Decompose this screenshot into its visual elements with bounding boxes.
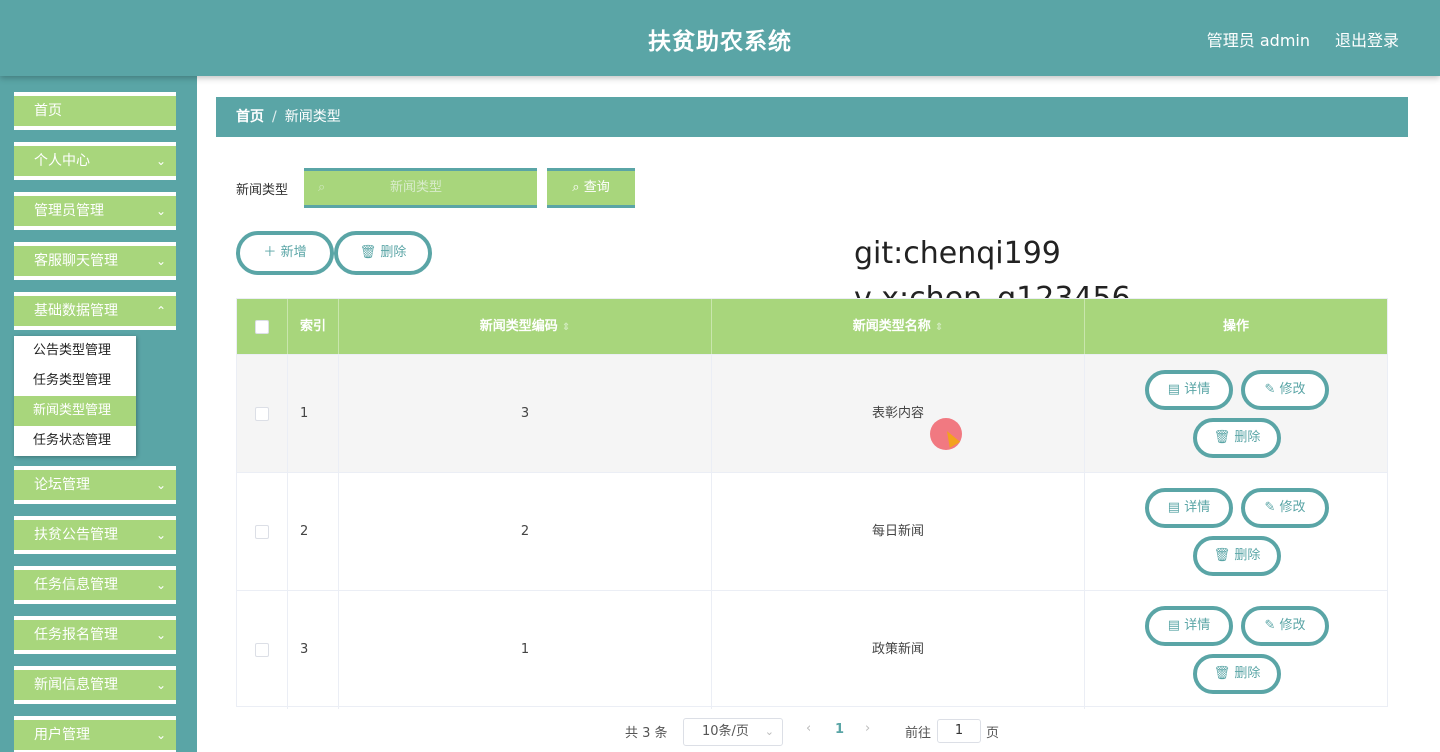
sidebar-item-admin-management[interactable]: 管理员管理 ⌄	[14, 192, 176, 230]
trash-icon: 🗑	[359, 245, 377, 260]
document-icon: ▤	[1167, 382, 1181, 397]
submenu-item-task-type[interactable]: 任务类型管理	[14, 366, 136, 396]
document-icon: ▤	[1167, 500, 1181, 515]
query-button[interactable]: ⌕ 查询	[547, 168, 635, 208]
page-size-select[interactable]: 10条/页 ⌄	[683, 718, 783, 746]
row-name: 政策新闻	[712, 591, 1085, 709]
row-code: 1	[339, 591, 712, 709]
select-all-checkbox[interactable]	[255, 319, 269, 334]
submenu-item-task-status[interactable]: 任务状态管理	[14, 426, 136, 456]
sort-icon[interactable]: ⇕	[935, 322, 943, 333]
row-name: 每日新闻	[712, 473, 1085, 591]
sidebar-item-task-info[interactable]: 任务信息管理 ⌄	[14, 566, 176, 604]
goto-page-input[interactable]: 1	[937, 719, 981, 743]
submenu-item-news-type[interactable]: 新闻类型管理	[14, 396, 136, 426]
sidebar-item-task-signup[interactable]: 任务报名管理 ⌄	[14, 616, 176, 654]
detail-button[interactable]: ▤ 详情	[1145, 488, 1233, 528]
logout-link[interactable]: 退出登录	[1335, 27, 1399, 51]
chevron-down-icon: ⌄	[155, 478, 166, 492]
chevron-down-icon: ⌄	[155, 204, 166, 218]
row-index: 1	[288, 355, 339, 473]
row-index: 3	[288, 591, 339, 709]
search-icon: ⌕	[318, 180, 326, 195]
top-header: 扶贫助农系统 管理员 admin 退出登录	[0, 0, 1440, 76]
header-code[interactable]: 新闻类型编码 ⇕	[339, 299, 712, 354]
select-all-cell	[237, 299, 288, 354]
row-index: 2	[288, 473, 339, 591]
sidebar-item-home[interactable]: 首页	[14, 92, 176, 130]
header-name[interactable]: 新闻类型名称 ⇕	[712, 299, 1085, 354]
edit-icon: ✎	[1264, 382, 1276, 397]
plus-icon: ＋	[263, 245, 277, 260]
goto-label: 前往	[905, 726, 932, 741]
trash-icon: 🗑	[1213, 548, 1231, 563]
edit-icon: ✎	[1264, 500, 1276, 515]
chevron-up-icon: ⌃	[155, 304, 166, 318]
table-header: 索引 新闻类型编码 ⇕ 新闻类型名称 ⇕ 操作	[237, 299, 1387, 354]
edit-button[interactable]: ✎ 修改	[1241, 606, 1329, 646]
chevron-down-icon: ⌄	[155, 678, 166, 692]
row-code: 2	[339, 473, 712, 591]
row-checkbox[interactable]	[255, 642, 269, 657]
next-page-button[interactable]: ›	[865, 721, 870, 736]
sidebar-item-forum[interactable]: 论坛管理 ⌄	[14, 466, 176, 504]
edit-button[interactable]: ✎ 修改	[1241, 370, 1329, 410]
edit-icon: ✎	[1264, 618, 1276, 633]
trash-icon: 🗑	[1213, 430, 1231, 445]
sort-icon[interactable]: ⇕	[562, 322, 570, 333]
header-index: 索引	[288, 299, 339, 354]
sidebar: 首页 个人中心 ⌄ 管理员管理 ⌄ 客服聊天管理 ⌄ 基础数据管理 ⌃ 公告类型管理 任…	[0, 76, 197, 752]
row-name: 表彰内容	[712, 355, 1085, 473]
chevron-down-icon: ⌄	[155, 528, 166, 542]
search-label: 新闻类型	[236, 183, 289, 198]
chevron-down-icon: ⌄	[155, 254, 166, 268]
breadcrumb: 首页 / 新闻类型	[216, 97, 1408, 137]
submenu-item-notice-type[interactable]: 公告类型管理	[14, 336, 136, 366]
delete-button[interactable]: 🗑 删除	[1193, 418, 1281, 458]
sidebar-item-base-data[interactable]: 基础数据管理 ⌃	[14, 292, 176, 330]
breadcrumb-home[interactable]: 首页	[236, 109, 264, 125]
chevron-down-icon: ⌄	[764, 725, 774, 738]
detail-button[interactable]: ▤ 详情	[1145, 370, 1233, 410]
breadcrumb-current: 新闻类型	[284, 109, 341, 125]
search-placeholder: 新闻类型	[390, 180, 443, 195]
delete-button[interactable]: 🗑 删除	[1193, 654, 1281, 694]
row-code: 3	[339, 355, 712, 473]
prev-page-button[interactable]: ‹	[806, 721, 811, 736]
chevron-down-icon: ⌄	[155, 578, 166, 592]
document-icon: ▤	[1167, 618, 1181, 633]
row-checkbox[interactable]	[255, 406, 269, 421]
sidebar-item-chat-management[interactable]: 客服聊天管理 ⌄	[14, 242, 176, 280]
chevron-down-icon: ⌄	[155, 728, 166, 742]
sidebar-item-personal-center[interactable]: 个人中心 ⌄	[14, 142, 176, 180]
chevron-down-icon: ⌄	[155, 154, 166, 168]
table-row: 3 1 政策新闻 ▤ 详情 ✎ 修改 🗑 删除	[237, 590, 1387, 709]
header-actions: 操作	[1222, 319, 1249, 334]
table-row: 2 2 每日新闻 ▤ 详情 ✎ 修改 🗑 删除	[237, 472, 1387, 591]
row-checkbox[interactable]	[255, 524, 269, 539]
delete-button[interactable]: 🗑 删除	[1193, 536, 1281, 576]
trash-icon: 🗑	[1213, 666, 1231, 681]
current-user: 管理员 admin	[1206, 31, 1310, 50]
breadcrumb-separator: /	[272, 109, 277, 125]
table-row: 1 3 表彰内容 ▤ 详情 ✎ 修改 🗑 删除	[237, 354, 1387, 473]
sidebar-item-news-info[interactable]: 新闻信息管理 ⌄	[14, 666, 176, 704]
bulk-delete-button[interactable]: 🗑 删除	[334, 231, 432, 275]
base-data-submenu: 公告类型管理 任务类型管理 新闻类型管理 任务状态管理	[14, 336, 136, 456]
watermark-line1: git:chenqi199	[854, 236, 1061, 271]
page-unit-label: 页	[986, 726, 1000, 741]
news-type-table: 索引 新闻类型编码 ⇕ 新闻类型名称 ⇕ 操作 1 3 表彰内容 ▤ 详情 ✎ 修改…	[236, 298, 1388, 709]
sidebar-item-user-management[interactable]: 用户管理 ⌄	[14, 716, 176, 752]
add-button[interactable]: ＋ 新增	[236, 231, 334, 275]
search-input[interactable]: ⌕ 新闻类型	[304, 168, 537, 208]
pagination-total: 共 3 条	[625, 726, 668, 741]
page-number-current[interactable]: 1	[835, 722, 844, 737]
edit-button[interactable]: ✎ 修改	[1241, 488, 1329, 528]
sidebar-item-poverty-notice[interactable]: 扶贫公告管理 ⌄	[14, 516, 176, 554]
chevron-down-icon: ⌄	[155, 628, 166, 642]
search-icon: ⌕	[572, 180, 580, 195]
detail-button[interactable]: ▤ 详情	[1145, 606, 1233, 646]
